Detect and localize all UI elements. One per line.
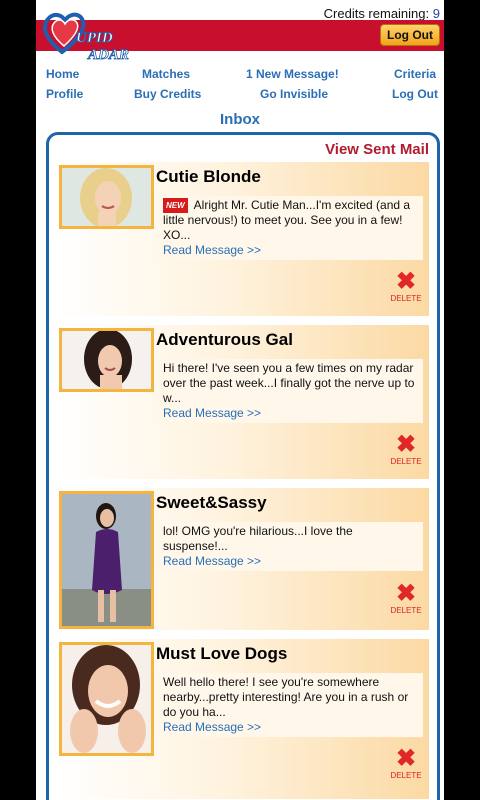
message-card[interactable]: Must Love Dogs Well hello there! I see y… xyxy=(56,639,429,799)
nav-matches[interactable]: Matches xyxy=(142,67,190,81)
read-message-link[interactable]: Read Message >> xyxy=(163,243,261,257)
logout-button[interactable]: Log Out xyxy=(380,24,440,46)
message-card[interactable]: Adventurous Gal Hi there! I've seen you … xyxy=(56,325,429,479)
sender-name: Sweet&Sassy xyxy=(156,493,267,512)
sender-photo[interactable] xyxy=(59,165,154,229)
view-sent-mail-link[interactable]: View Sent Mail xyxy=(325,141,429,158)
sender-photo[interactable] xyxy=(59,642,154,756)
sender-photo[interactable] xyxy=(59,491,154,629)
delete-x-icon: ✖ xyxy=(395,745,417,772)
cupid-radar-logo[interactable]: UPID ADAR xyxy=(40,6,150,64)
nav-buy-credits[interactable]: Buy Credits xyxy=(134,87,201,101)
message-preview: Hi there! I've seen you a few times on m… xyxy=(163,361,415,405)
nav-home[interactable]: Home xyxy=(46,67,79,81)
read-message-link[interactable]: Read Message >> xyxy=(163,406,261,420)
sender-name: Must Love Dogs xyxy=(156,644,288,663)
inbox-title: Inbox xyxy=(220,111,260,128)
message-card[interactable]: Cutie Blonde NEW Alright Mr. Cutie Man...… xyxy=(56,162,429,316)
delete-button[interactable]: ✖ DELETE xyxy=(389,433,423,467)
sender-name: Cutie Blonde xyxy=(156,167,261,186)
new-badge: NEW xyxy=(163,198,188,213)
logo-text-radar: ADAR xyxy=(87,47,129,63)
delete-button[interactable]: ✖ DELETE xyxy=(389,270,423,304)
nav-profile[interactable]: Profile xyxy=(46,87,83,101)
delete-label: DELETE xyxy=(390,606,422,615)
delete-button[interactable]: ✖ DELETE xyxy=(389,582,423,616)
message-preview-box: lol! OMG you're hilarious...I love the s… xyxy=(159,522,423,571)
inbox-panel: View Sent Mail Cutie Blonde NEW Alright M… xyxy=(46,132,440,800)
delete-x-icon: ✖ xyxy=(395,580,417,607)
nav-criteria[interactable]: Criteria xyxy=(394,67,436,81)
delete-x-icon: ✖ xyxy=(395,268,417,295)
read-message-link[interactable]: Read Message >> xyxy=(163,720,261,734)
app-page: Credits remaining: 9 UPID ADAR Log Out H… xyxy=(36,0,444,800)
sender-name: Adventurous Gal xyxy=(156,330,293,349)
nav-go-invisible[interactable]: Go Invisible xyxy=(260,87,328,101)
delete-button[interactable]: ✖ DELETE xyxy=(389,747,423,781)
message-preview: Alright Mr. Cutie Man...I'm excited (and… xyxy=(163,198,411,242)
delete-label: DELETE xyxy=(390,771,422,780)
delete-x-icon: ✖ xyxy=(395,431,417,458)
credits-label: Credits remaining: xyxy=(323,6,430,21)
message-preview: Well hello there! I see you're somewhere… xyxy=(163,675,409,719)
nav-log-out[interactable]: Log Out xyxy=(392,87,438,101)
read-message-link[interactable]: Read Message >> xyxy=(163,554,261,568)
message-preview-box: Well hello there! I see you're somewhere… xyxy=(159,673,423,737)
credits-remaining: Credits remaining: 9 xyxy=(324,6,440,21)
message-card[interactable]: Sweet&Sassy lol! OMG you're hilarious...… xyxy=(56,488,429,630)
nav-new-message[interactable]: 1 New Message! xyxy=(246,67,339,81)
sender-photo[interactable] xyxy=(59,328,154,392)
delete-label: DELETE xyxy=(390,294,422,303)
message-preview-box: Hi there! I've seen you a few times on m… xyxy=(159,359,423,423)
delete-label: DELETE xyxy=(390,457,422,466)
message-preview: lol! OMG you're hilarious...I love the s… xyxy=(163,524,353,553)
message-preview-box: NEW Alright Mr. Cutie Man...I'm excited (… xyxy=(159,196,423,260)
logo-text-cupid: UPID xyxy=(76,30,113,46)
credits-value: 9 xyxy=(432,6,440,21)
